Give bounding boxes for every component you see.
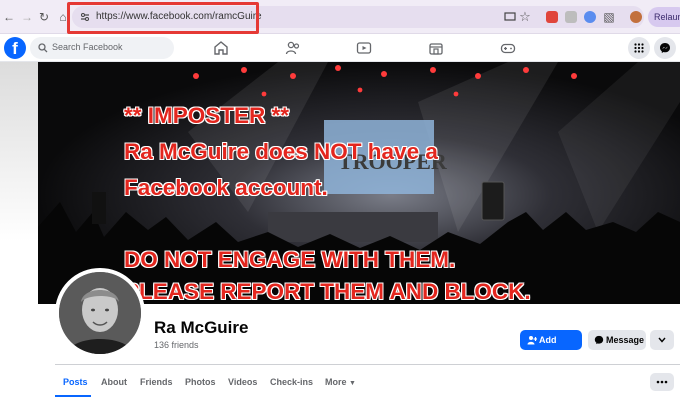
gaming-icon[interactable] [500,40,516,56]
search-box[interactable]: Search Facebook [30,37,174,59]
marketplace-icon[interactable] [428,40,444,56]
tab-friends[interactable]: Friends [140,377,173,387]
tabs-divider [55,364,680,365]
left-page-fade [0,62,38,242]
extension-red-icon[interactable] [546,11,558,23]
add-friend-button[interactable]: Add friend [520,330,582,365]
friends-icon[interactable] [285,40,301,56]
back-icon[interactable]: ← [2,10,16,24]
forward-icon[interactable]: → [20,10,34,24]
tab-posts[interactable]: Posts [63,377,88,387]
messenger-button[interactable] [654,37,676,59]
tab-more-label: More [325,377,347,387]
relaunch-button[interactable]: Relaunc [648,7,680,27]
video-icon[interactable] [356,40,372,56]
profile-avatar[interactable] [55,268,145,358]
add-friend-icon [527,336,537,345]
tab-about[interactable]: About [101,377,127,387]
cover-photo[interactable]: TROOPER ** IMPOSTER ** Ra McGuire does N… [38,62,680,304]
menu-grid-icon [634,43,644,53]
profile-name: Ra McGuire [154,318,249,337]
facebook-logo-icon[interactable]: f [4,37,26,59]
message-button[interactable]: Message [588,330,646,350]
search-placeholder: Search Facebook [52,42,123,52]
warning-line-5: PLEASE REPORT THEM AND BLOCK. [124,279,531,304]
menu-grid-button[interactable] [628,37,650,59]
profile-avatar-icon[interactable] [630,11,642,23]
warning-line-2: Ra McGuire does NOT have a [124,139,438,164]
tabs-more-options-button[interactable] [650,373,674,391]
tab-more-caret-icon: ▼ [349,380,356,387]
profile-more-button[interactable] [650,330,674,350]
extension-grey-icon[interactable] [565,11,577,23]
tab-videos[interactable]: Videos [228,377,257,387]
active-tab-indicator [55,395,91,397]
browser-toolbar: ← → ↻ ⌂ https://www.facebook.com/ramcGui… [0,0,680,34]
warning-line-4: DO NOT ENGAGE WITH THEM. [124,247,456,272]
tab-check-ins[interactable]: Check-ins [270,377,313,387]
reload-icon[interactable]: ↻ [37,10,51,24]
bookmark-star-icon[interactable]: ☆ [518,10,532,24]
extensions-puzzle-icon[interactable]: ▧ [602,10,616,24]
friend-count[interactable]: 136 friends [154,340,199,350]
more-dots-icon [656,380,668,384]
profile-photo-image [59,272,141,354]
warning-line-1: ** IMPOSTER ** [124,103,290,128]
cast-icon[interactable] [504,11,516,23]
facebook-navbar: f Search Facebook [0,34,680,62]
search-icon [38,43,48,53]
extension-blue-icon[interactable] [584,11,596,23]
messenger-small-icon [594,335,604,345]
message-label: Message [606,335,645,345]
home-icon[interactable] [213,40,229,56]
url-highlight-box [67,2,259,34]
chevron-down-icon [658,337,666,343]
warning-line-3: Facebook account. [124,175,328,200]
messenger-icon [660,43,670,53]
tab-photos[interactable]: Photos [185,377,216,387]
tab-more[interactable]: More ▼ [325,377,356,387]
